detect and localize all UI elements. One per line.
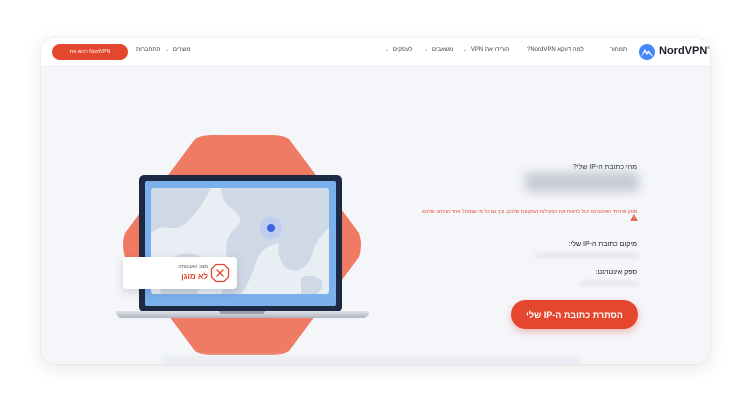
nav-business-link[interactable]: לעסקים ⌄: [385, 47, 412, 53]
hide-ip-button[interactable]: הסתרת כתובת ה-IP שלי: [511, 300, 638, 329]
security-status-label: מצב האבטחה: [178, 264, 208, 270]
nav-resources-label: משאבים: [431, 47, 454, 53]
nordvpn-logo[interactable]: NordVPN®: [638, 44, 710, 60]
nordvpn-mountain-icon: [639, 44, 655, 60]
isp-blurred: [581, 282, 639, 285]
chevron-down-icon: ⌄: [424, 47, 429, 53]
security-status-value: לא מוגן: [181, 272, 208, 281]
ip-address-blurred: [525, 172, 639, 192]
nav-pricing-link[interactable]: תמחור: [610, 47, 627, 53]
security-status-card: מצב האבטחה לא מוגן: [123, 257, 237, 289]
brand-text: NordVPN: [659, 45, 708, 57]
isp-label: ספק אינטרנט:: [595, 269, 637, 276]
isp-warning-text: ספק שירותי האינטרנט יכול לראות את הפעילו…: [421, 209, 637, 215]
x-octagon-icon: [210, 263, 230, 283]
nav-business-label: לעסקים: [392, 47, 413, 53]
chevron-down-icon: ⌄: [463, 47, 468, 53]
ip-location-label: מיקום כתובת ה-IP שלי:: [568, 241, 638, 248]
ip-question-title: מהי כתובת ה-IP שלי?: [572, 164, 637, 171]
laptop-notch: [219, 311, 265, 314]
brand-name: NordVPN®: [659, 45, 710, 57]
location-pin-icon: [260, 217, 282, 239]
nav-products-link[interactable]: מוצרים ⌄: [165, 47, 191, 53]
top-nav: רכשו את NordVPN התחברות מוצרים ⌄ לעסקים …: [41, 38, 710, 67]
nav-download-link[interactable]: הורידו את VPN ⌄: [463, 47, 509, 53]
nav-download-label: הורידו את VPN: [470, 47, 510, 53]
buy-nordvpn-button[interactable]: רכשו את NordVPN: [52, 44, 128, 60]
chevron-down-icon: ⌄: [385, 47, 390, 53]
chevron-down-icon: ⌄: [165, 47, 170, 53]
nav-why-link[interactable]: למה דווקא NordVPN?: [527, 47, 584, 53]
nav-login-link[interactable]: התחברות: [136, 47, 160, 53]
browser-frame: רכשו את NordVPN התחברות מוצרים ⌄ לעסקים …: [41, 38, 710, 364]
warning-triangle-icon: [630, 214, 638, 221]
ip-location-blurred: [535, 254, 639, 257]
nav-products-label: מוצרים: [172, 47, 191, 53]
nav-resources-link[interactable]: משאבים ⌄: [424, 47, 453, 53]
bottom-section-hint: [161, 357, 581, 364]
